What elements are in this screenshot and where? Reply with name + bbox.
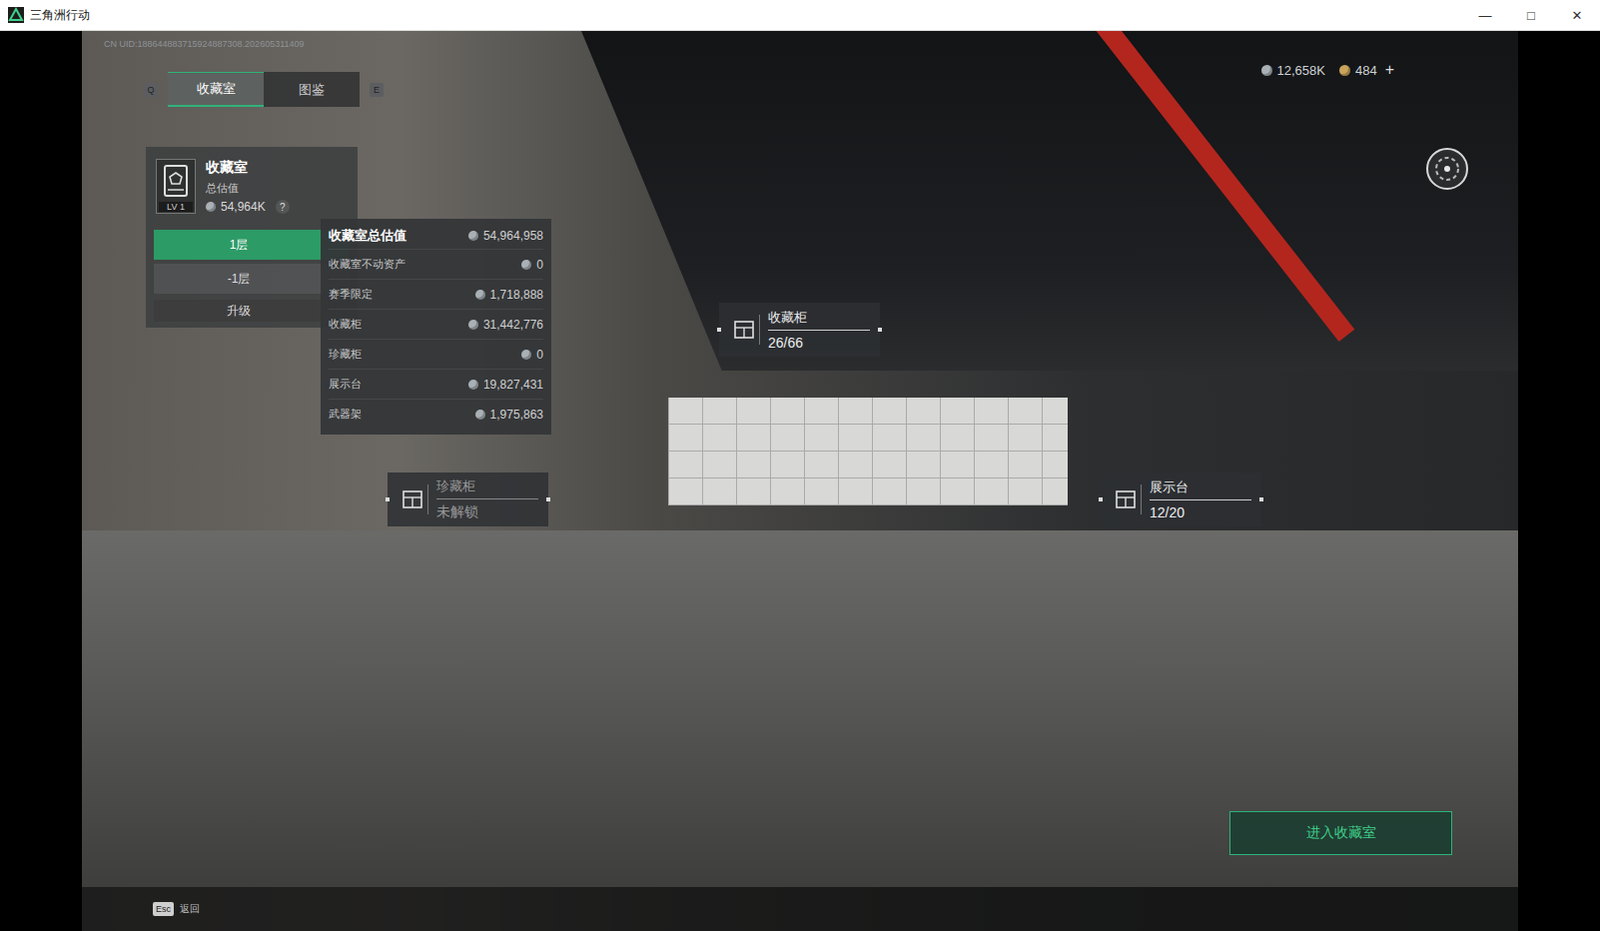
tooltip-row: 赛季限定1,718,888 xyxy=(328,278,544,309)
tooltip-row: 收藏室不动资产0 xyxy=(328,248,544,279)
tooltip-total: 54,964,958 xyxy=(468,228,544,243)
window-title: 三角洲行动 xyxy=(29,6,90,24)
back-label: 返回 xyxy=(179,901,200,916)
area-status: 未解锁 xyxy=(436,503,539,522)
room-level: LV 1 xyxy=(158,201,193,212)
window-control[interactable]: □ xyxy=(1508,0,1555,30)
area-status: 26/66 xyxy=(768,334,870,351)
next-key-hint[interactable]: E xyxy=(369,82,384,97)
tooltip-row: 武器架1,975,863 xyxy=(328,398,544,429)
tab[interactable]: 图鉴 xyxy=(263,71,360,107)
game-viewport: CN UID:188644883715924887308.20260531140… xyxy=(81,30,1519,931)
enter-button[interactable]: 进入收藏室 xyxy=(1229,810,1453,855)
coin-icon xyxy=(521,349,532,360)
window-control[interactable]: — xyxy=(1462,0,1509,30)
help-button[interactable]: ? xyxy=(275,199,290,214)
coin-icon xyxy=(475,409,486,420)
area-name: 收藏柜 xyxy=(768,308,870,331)
room-title: 收藏室 xyxy=(205,158,290,177)
scene-shelf xyxy=(668,397,1068,506)
tab[interactable]: 收藏室 xyxy=(167,71,264,107)
area-name: 珍藏柜 xyxy=(436,477,539,500)
letterbox-left xyxy=(0,30,82,931)
disc-icon[interactable] xyxy=(1425,146,1470,191)
game-window: 三角洲行动 —□✕ CN UID:188644883715924887308.202… xyxy=(0,0,1600,931)
title-bar: 三角洲行动 —□✕ xyxy=(0,0,1600,31)
currency-item: 12,658K xyxy=(1261,62,1326,78)
esc-key[interactable]: Esc xyxy=(152,901,174,916)
add-currency-button[interactable]: + xyxy=(1385,60,1395,79)
tab-bar: Q 收藏室图鉴 E xyxy=(143,71,384,107)
area-marker[interactable]: 展示台 12/20 xyxy=(1100,472,1262,527)
coin-icon xyxy=(468,379,479,390)
area-icon xyxy=(733,318,756,341)
tooltip-row: 展示台19,827,431 xyxy=(328,368,544,399)
letterbox-right xyxy=(1518,30,1600,931)
tooltip-row: 收藏柜31,442,776 xyxy=(328,308,544,339)
value-tooltip: 收藏室总估值 54,964,958 收藏室不动资产0赛季限定1,718,888收藏柜… xyxy=(320,218,552,435)
area-icon xyxy=(1114,488,1137,511)
room-subtitle: 总估值 xyxy=(205,180,290,196)
coin-icon xyxy=(205,201,216,212)
cabinet-icon xyxy=(162,163,189,198)
coin-icon xyxy=(475,289,486,300)
area-icon xyxy=(401,488,424,511)
area-marker[interactable]: 珍藏柜未解锁 xyxy=(387,472,549,527)
game-logo-icon xyxy=(7,6,24,23)
tooltip-row: 珍藏柜0 xyxy=(328,338,544,369)
coin-icon xyxy=(1261,64,1273,76)
area-status: 12/20 xyxy=(1149,504,1252,521)
currency-item: 484 xyxy=(1339,62,1378,78)
window-control[interactable]: ✕ xyxy=(1554,0,1600,30)
coin-icon xyxy=(468,319,479,330)
area-marker[interactable]: 收藏柜 26/66 xyxy=(719,302,880,357)
coin-icon xyxy=(521,259,532,270)
room-value: 54,964K? xyxy=(205,199,290,214)
footer-bar: Esc 返回 xyxy=(81,886,1519,931)
uid-label: CN UID:188644883715924887308.20260531140… xyxy=(103,38,305,49)
prev-key-hint[interactable]: Q xyxy=(143,82,158,97)
area-name: 展示台 xyxy=(1149,478,1252,501)
coin-icon xyxy=(468,230,479,241)
coin-icon xyxy=(1339,64,1351,76)
tooltip-title: 收藏室总估值 xyxy=(328,226,407,245)
currency-bar: 12,658K 484 + xyxy=(1261,60,1395,79)
